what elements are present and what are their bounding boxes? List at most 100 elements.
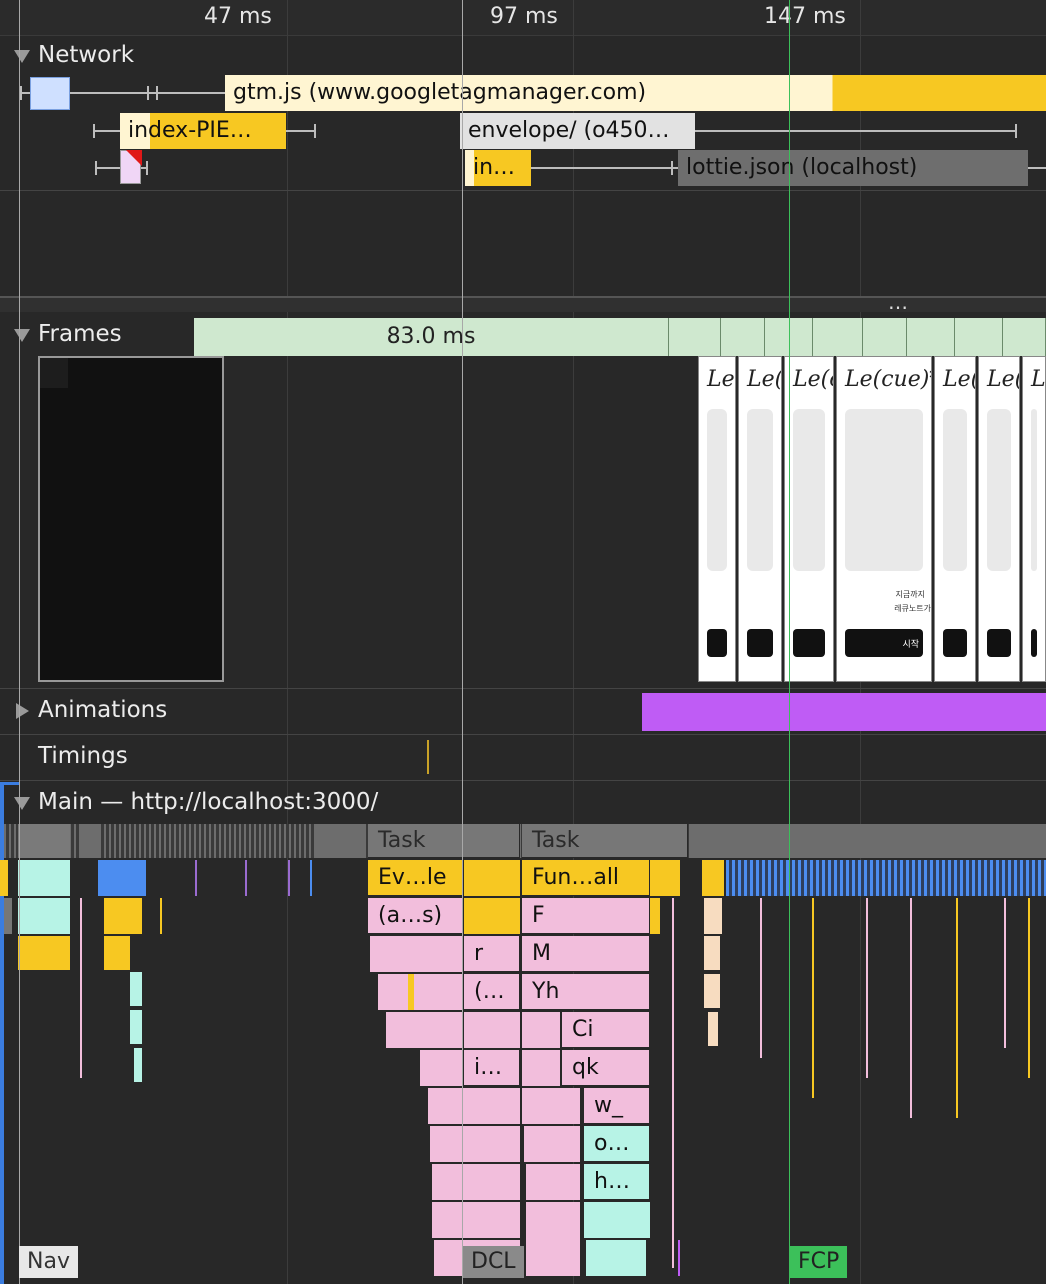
event-sliver[interactable] <box>760 898 762 1058</box>
event-sliver[interactable] <box>956 898 958 1118</box>
frame-screenshot[interactable]: Le(cue)* <box>784 356 834 682</box>
script-block[interactable] <box>104 898 142 934</box>
frame-screenshot-blank[interactable] <box>38 356 224 682</box>
function-call-block[interactable] <box>526 1164 580 1200</box>
function-call-block[interactable] <box>370 936 462 972</box>
function-call-block[interactable] <box>420 1050 462 1086</box>
overflow-menu-icon[interactable]: … <box>888 290 908 314</box>
compile-block[interactable]: o… <box>584 1126 650 1162</box>
script-block[interactable] <box>668 860 680 896</box>
compile-block[interactable] <box>704 898 722 934</box>
parse-block[interactable] <box>130 972 142 1006</box>
network-request-in[interactable]: in… <box>465 150 531 186</box>
frame-long[interactable]: 83.0 ms <box>194 318 669 356</box>
script-block[interactable] <box>18 936 70 970</box>
frame[interactable] <box>1003 318 1046 356</box>
compile-block[interactable] <box>708 1012 718 1046</box>
network-request-lottie[interactable]: lottie.json (localhost) <box>678 150 1028 186</box>
event-block[interactable] <box>464 898 520 934</box>
main-track-title[interactable]: Main — http://localhost:3000/ <box>38 789 378 815</box>
event-sliver[interactable] <box>910 898 912 1118</box>
animation-bar[interactable] <box>642 693 1046 731</box>
function-call-block[interactable] <box>428 1088 520 1124</box>
function-call-block[interactable]: (a…s) <box>368 898 464 934</box>
task-block[interactable]: Task <box>368 824 520 858</box>
collapse-triangle-icon[interactable] <box>14 50 30 63</box>
event-sliver[interactable] <box>245 860 247 896</box>
event-sliver[interactable] <box>80 898 82 1078</box>
function-call-block[interactable] <box>386 1012 462 1048</box>
network-request-document[interactable] <box>30 77 70 110</box>
time-ruler[interactable]: 47 ms 97 ms 147 ms <box>0 0 1046 36</box>
frame-screenshot[interactable]: Le(cue)* <box>738 356 782 682</box>
event-sliver[interactable] <box>1028 898 1030 1078</box>
event-sliver[interactable] <box>310 860 312 896</box>
compile-block[interactable] <box>586 1240 646 1276</box>
event-sliver[interactable] <box>866 898 868 1078</box>
frame-screenshot[interactable]: Le(cue)* <box>698 356 736 682</box>
timing-mark[interactable] <box>427 740 429 774</box>
parse-html-block[interactable] <box>18 898 70 934</box>
event-sliver[interactable] <box>288 860 290 896</box>
parse-block[interactable] <box>130 1010 142 1044</box>
network-request-gtm[interactable]: gtm.js (www.googletagmanager.com) <box>225 75 1046 111</box>
compile-block[interactable]: h… <box>584 1164 650 1200</box>
function-call-block[interactable]: i… <box>464 1050 520 1086</box>
task-sliver[interactable] <box>4 898 12 934</box>
task-block[interactable] <box>80 824 100 858</box>
blue-event-block[interactable] <box>98 860 146 896</box>
script-block[interactable] <box>650 898 660 934</box>
fcp-marker[interactable]: FCP <box>790 1246 848 1278</box>
function-call-block[interactable] <box>524 1126 580 1162</box>
function-call-block[interactable] <box>522 1050 560 1086</box>
function-call-block[interactable] <box>526 1202 580 1276</box>
frame[interactable] <box>907 318 955 356</box>
script-block[interactable] <box>408 974 414 1010</box>
function-call-block[interactable] <box>464 1012 520 1048</box>
network-track-title[interactable]: Network <box>38 42 134 68</box>
frame-screenshot[interactable]: Le(cue)* <box>978 356 1020 682</box>
compile-block[interactable] <box>584 1202 650 1238</box>
function-call-block[interactable]: qk <box>562 1050 650 1086</box>
blue-event-stripes[interactable] <box>726 860 1046 896</box>
collapse-triangle-icon[interactable] <box>14 797 30 810</box>
event-block[interactable]: Ev…le <box>368 860 464 896</box>
nav-marker[interactable]: Nav <box>19 1246 78 1278</box>
task-block[interactable]: Task <box>522 824 688 858</box>
event-sliver[interactable] <box>160 898 162 934</box>
network-request-index[interactable]: index-PIE… <box>120 113 286 149</box>
script-block[interactable] <box>702 860 724 896</box>
event-sliver[interactable] <box>195 860 197 896</box>
frame-screenshot[interactable]: Le(cue)* <box>934 356 976 682</box>
parse-block[interactable] <box>134 1048 142 1082</box>
frame[interactable] <box>863 318 907 356</box>
function-call-block[interactable]: M <box>522 936 650 972</box>
function-call-block[interactable] <box>430 1126 520 1162</box>
animations-track-title[interactable]: Animations <box>38 697 167 723</box>
script-block[interactable] <box>0 860 8 896</box>
timings-track-title[interactable]: Timings <box>38 743 128 769</box>
function-call-block[interactable] <box>522 1088 580 1124</box>
function-call-block[interactable]: Yh <box>522 974 650 1010</box>
frame-screenshot-main[interactable]: Le(cue)* 지금까지 레큐노트가 시작 <box>836 356 932 682</box>
frame[interactable] <box>813 318 863 356</box>
function-call-block[interactable] <box>432 1202 520 1238</box>
task-block[interactable] <box>18 824 70 858</box>
function-call-block[interactable]: r <box>464 936 520 972</box>
compile-block[interactable] <box>704 936 720 970</box>
frame-screenshot[interactable]: Le(cue)* <box>1022 356 1046 682</box>
frame[interactable] <box>669 318 721 356</box>
network-request-envelope[interactable]: envelope/ (o450… <box>460 113 695 149</box>
event-block[interactable] <box>464 860 520 896</box>
event-sliver[interactable] <box>672 898 674 1268</box>
frames-track-title[interactable]: Frames <box>38 321 122 347</box>
function-call-block[interactable]: (… <box>464 974 520 1010</box>
function-call-block[interactable]: F <box>522 898 650 934</box>
script-block[interactable] <box>104 936 130 970</box>
function-call-block[interactable] <box>522 1012 560 1048</box>
parse-html-block[interactable] <box>18 860 70 896</box>
expand-triangle-icon[interactable] <box>16 703 29 719</box>
event-block[interactable]: Fun…all <box>522 860 650 896</box>
compile-block[interactable] <box>704 974 720 1008</box>
task-block[interactable] <box>690 824 1046 858</box>
